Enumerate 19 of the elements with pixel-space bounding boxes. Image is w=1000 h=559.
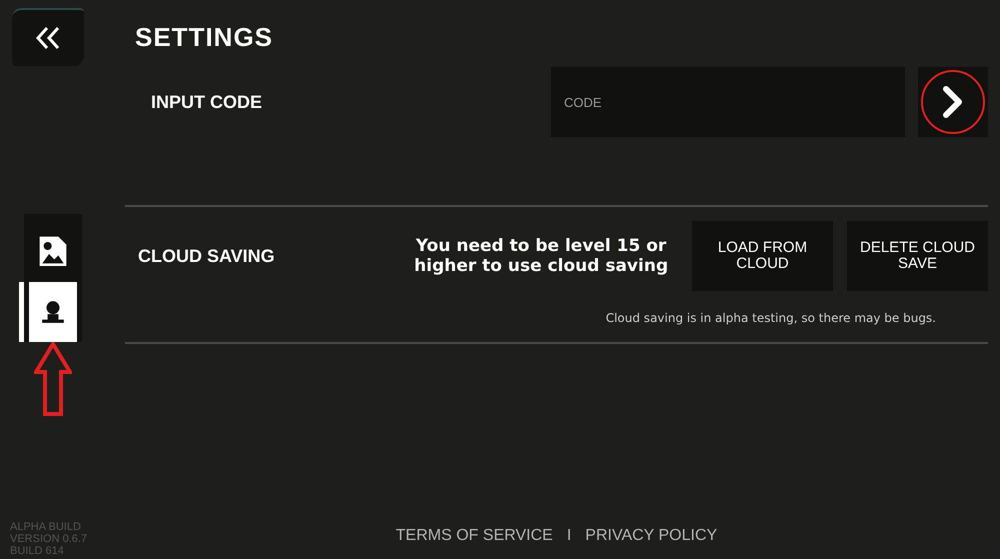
image-icon — [37, 234, 69, 266]
selection-indicator — [19, 282, 24, 342]
cloud-button[interactable]: LOAD FROM CLOUD — [692, 221, 833, 291]
row-label: INPUT CODE — [151, 92, 264, 112]
back-button[interactable] — [12, 8, 84, 66]
sidebar-tab[interactable] — [29, 282, 77, 342]
submit-button[interactable] — [918, 67, 988, 137]
cloud-button[interactable]: DELETE CLOUD SAVE — [847, 221, 988, 291]
footer-link[interactable]: TERMS OF SERVICE — [396, 527, 553, 545]
person-icon — [40, 299, 66, 325]
alpha-note: Cloud saving is in alpha testing, so there may be bugs. — [604, 311, 936, 325]
double-chevron-icon — [35, 25, 61, 51]
level-requirement-message: You need to be level 15 or higher to use cloud saving — [413, 236, 670, 276]
chevron-right-icon — [942, 85, 964, 119]
code-field[interactable]: CODE — [551, 67, 905, 137]
link-separator: I — [566, 527, 572, 545]
footer-link[interactable]: PRIVACY POLICY — [585, 527, 718, 545]
page-title: SETTINGS — [135, 22, 274, 53]
row-label: CLOUD SAVING — [138, 246, 276, 266]
